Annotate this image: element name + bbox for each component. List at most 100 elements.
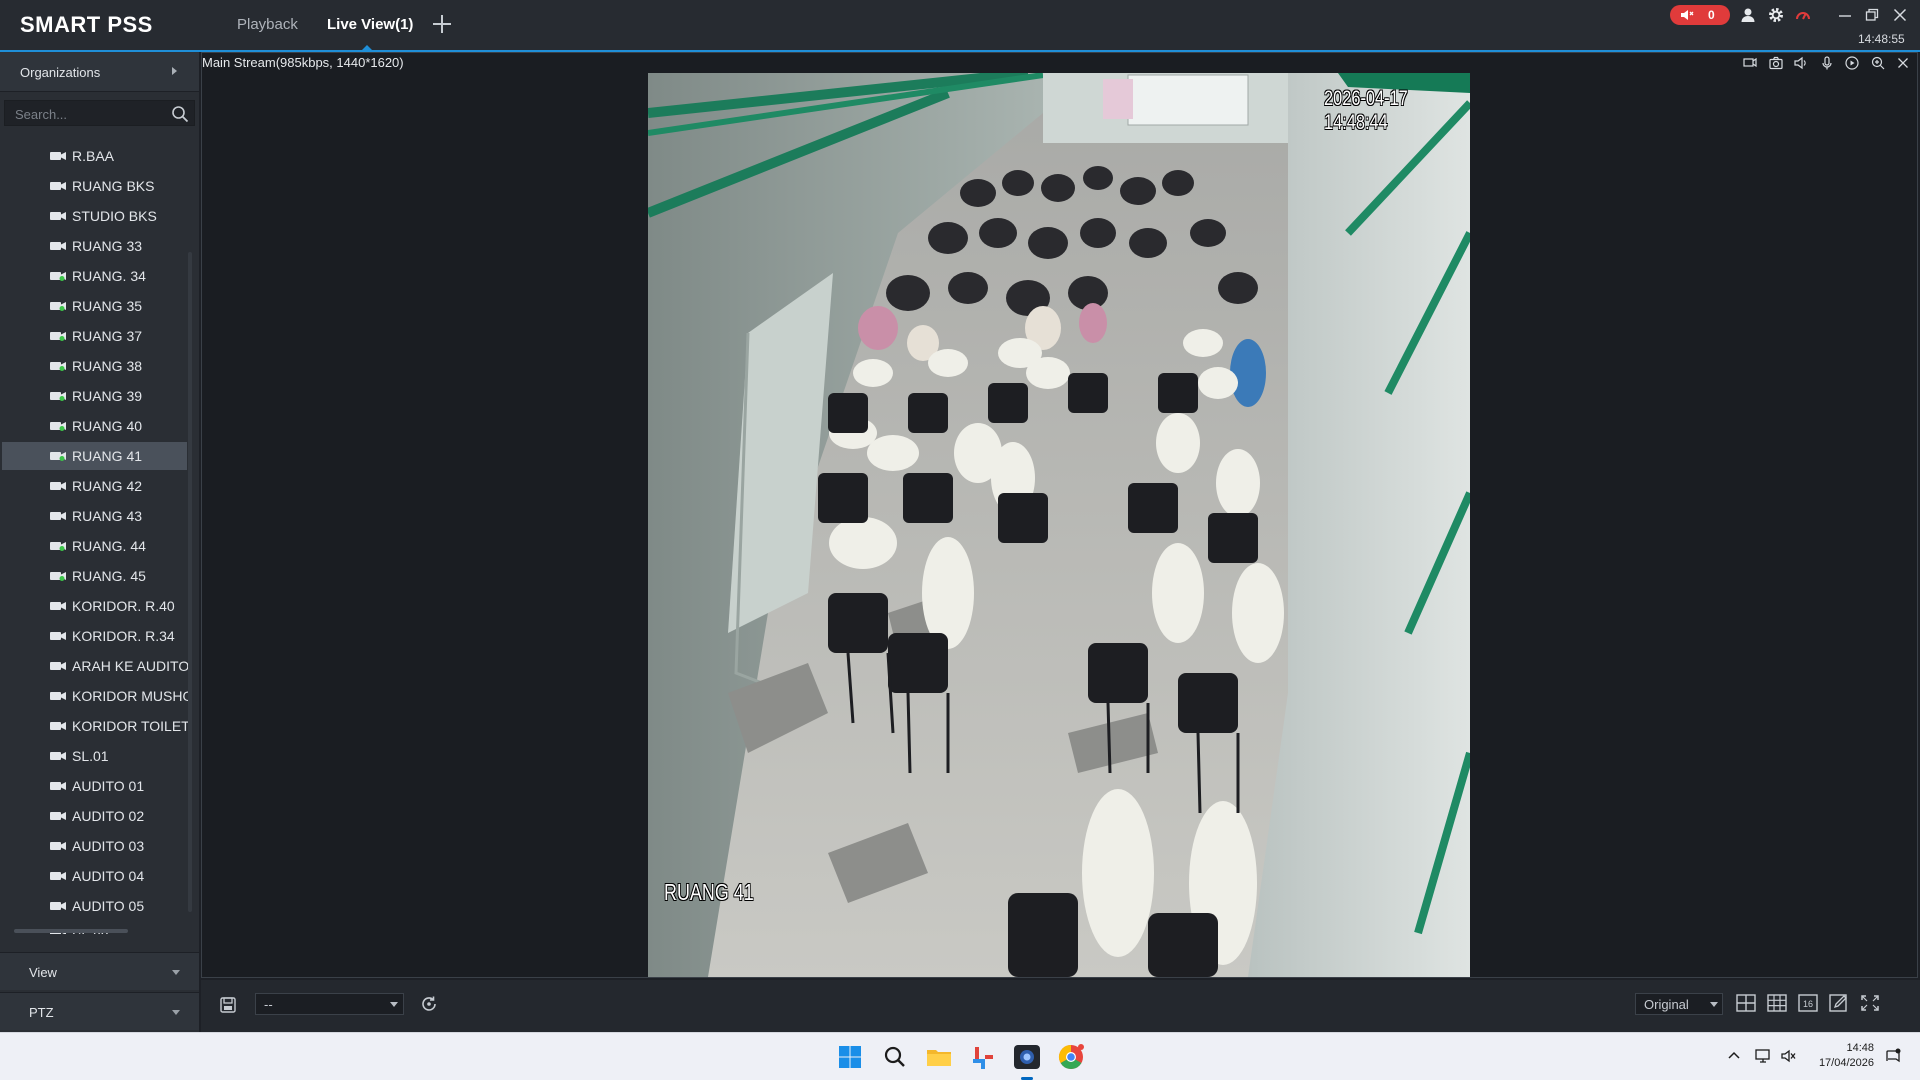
- device-item[interactable]: RUANG 41: [2, 442, 187, 470]
- search-input[interactable]: [15, 104, 165, 124]
- device-item[interactable]: KORIDOR. R.34: [2, 622, 187, 650]
- user-icon[interactable]: [1739, 6, 1757, 24]
- window-switch-icon[interactable]: [1742, 55, 1758, 71]
- camera-icon: [50, 902, 66, 910]
- volume-icon[interactable]: [1780, 1047, 1798, 1065]
- camera-icon: [50, 752, 66, 760]
- layout-16-split-icon[interactable]: 16: [1798, 994, 1818, 1012]
- device-item[interactable]: RUANG 42: [2, 472, 187, 500]
- taskbar-search-icon[interactable]: [879, 1041, 911, 1073]
- device-item[interactable]: RUANG 38: [2, 352, 187, 380]
- device-item[interactable]: RUANG 35: [2, 292, 187, 320]
- network-icon[interactable]: [1754, 1047, 1772, 1065]
- windows-start-icon[interactable]: [834, 1041, 866, 1073]
- device-item[interactable]: RUANG 40: [2, 412, 187, 440]
- microphone-icon[interactable]: [1819, 55, 1835, 71]
- camera-video-frame[interactable]: 2026-04-17 14:48:44 RUANG 41: [648, 73, 1470, 977]
- device-item[interactable]: KORIDOR MUSHOLA: [2, 682, 188, 710]
- device-item[interactable]: AUDITO 04: [2, 862, 187, 890]
- alarm-button[interactable]: 0: [1670, 5, 1730, 25]
- camera-icon: [50, 512, 66, 520]
- taskbar-clock[interactable]: 14:48 17/04/2026: [1814, 1041, 1874, 1071]
- device-item[interactable]: RUANG 43: [2, 502, 187, 530]
- live-view-window[interactable]: Main Stream(985kbps, 1440*1620) 2026-04-…: [201, 52, 1918, 978]
- device-item[interactable]: KORIDOR. R.40: [2, 592, 187, 620]
- device-item[interactable]: R.BAA: [2, 142, 187, 170]
- camera-online-icon: [50, 392, 66, 401]
- device-item[interactable]: STUDIO BKS: [2, 202, 187, 230]
- device-item[interactable]: AUDITO 02: [2, 802, 187, 830]
- refresh-icon[interactable]: [419, 994, 439, 1014]
- app-logo: SMART PSS: [20, 12, 153, 38]
- device-name: AUDITO 05: [72, 898, 145, 914]
- zoom-icon[interactable]: [1870, 55, 1886, 71]
- device-list-scrollbar[interactable]: [188, 252, 192, 912]
- audio-icon[interactable]: [1793, 55, 1809, 71]
- search-box: [4, 100, 195, 126]
- search-icon[interactable]: [171, 105, 189, 123]
- device-name: AUDITO 03: [72, 838, 145, 854]
- camera-icon: [50, 692, 66, 700]
- device-name: RUANG 41: [72, 448, 143, 464]
- custom-layout-icon[interactable]: [1829, 994, 1849, 1012]
- camera-icon: [50, 182, 66, 190]
- smart-pss-taskbar-icon[interactable]: [1011, 1041, 1043, 1073]
- device-name: STUDIO BKS: [72, 208, 157, 224]
- device-item[interactable]: RUANG BKS: [2, 172, 187, 200]
- device-item[interactable]: SL.01: [2, 742, 187, 770]
- device-name: RUANG. 34: [72, 268, 146, 284]
- device-item[interactable]: RUANG 33: [2, 232, 187, 260]
- device-item[interactable]: RUANG 39: [2, 382, 187, 410]
- device-name: RUANG 40: [72, 418, 143, 434]
- performance-icon[interactable]: [1794, 6, 1812, 24]
- tab-live-view[interactable]: Live View(1): [327, 16, 413, 33]
- add-tab-button[interactable]: [430, 12, 454, 36]
- device-item[interactable]: AUDITO 05: [2, 892, 187, 920]
- camera-icon: [50, 722, 66, 730]
- organizations-header[interactable]: Organizations: [0, 52, 199, 92]
- device-item[interactable]: RUANG 37: [2, 322, 187, 350]
- snipping-tool-icon[interactable]: [967, 1041, 999, 1073]
- chrome-icon[interactable]: [1055, 1041, 1087, 1073]
- snapshot-icon[interactable]: [1768, 55, 1784, 71]
- view-panel-header[interactable]: View: [0, 952, 199, 990]
- ptz-panel-header[interactable]: PTZ: [0, 992, 199, 1030]
- view-select[interactable]: --: [255, 993, 404, 1015]
- camera-icon: [50, 242, 66, 250]
- taskbar-date: 17/04/2026: [1818, 1057, 1874, 1069]
- instant-playback-icon[interactable]: [1844, 55, 1860, 71]
- device-item[interactable]: RUANG. 34: [2, 262, 187, 290]
- gear-icon[interactable]: [1767, 6, 1785, 24]
- tab-playback[interactable]: Playback: [237, 16, 298, 33]
- minimize-icon[interactable]: [1836, 6, 1854, 24]
- device-name: ARAH KE AUDITORIUM: [72, 658, 188, 674]
- device-item[interactable]: AUDITO 03: [2, 832, 187, 860]
- file-explorer-icon[interactable]: [923, 1041, 955, 1073]
- layout-4-split-icon[interactable]: [1736, 994, 1756, 1012]
- tray-overflow-icon[interactable]: [1725, 1047, 1743, 1065]
- notification-icon[interactable]: [1884, 1047, 1902, 1065]
- device-item[interactable]: AUDITO 01: [2, 772, 187, 800]
- device-name: RUANG 42: [72, 478, 143, 494]
- camera-icon: [50, 872, 66, 880]
- view-select-value: --: [264, 997, 273, 1012]
- device-list-h-scrollbar[interactable]: [14, 929, 128, 933]
- close-window-icon[interactable]: [1895, 55, 1911, 71]
- save-view-icon[interactable]: [219, 996, 237, 1014]
- aspect-ratio-select[interactable]: Original: [1635, 993, 1723, 1015]
- ptz-label: PTZ: [29, 1005, 54, 1020]
- logo-text-smart: SMART: [20, 12, 108, 37]
- layout-9-split-icon[interactable]: [1767, 994, 1787, 1012]
- restore-icon[interactable]: [1863, 6, 1881, 24]
- windows-taskbar: 14:48 17/04/2026: [0, 1032, 1920, 1080]
- device-item[interactable]: RUANG. 45: [2, 562, 187, 590]
- chevron-down-icon: [390, 1002, 398, 1007]
- device-item[interactable]: KORIDOR TOILET: [2, 712, 188, 740]
- device-name: RUANG. 44: [72, 538, 146, 554]
- device-item[interactable]: RUANG. 44: [2, 532, 187, 560]
- aspect-ratio-value: Original: [1644, 997, 1689, 1012]
- camera-online-icon: [50, 362, 66, 371]
- device-item[interactable]: ARAH KE AUDITORIUM: [2, 652, 188, 680]
- close-icon[interactable]: [1891, 6, 1909, 24]
- fullscreen-icon[interactable]: [1860, 994, 1880, 1012]
